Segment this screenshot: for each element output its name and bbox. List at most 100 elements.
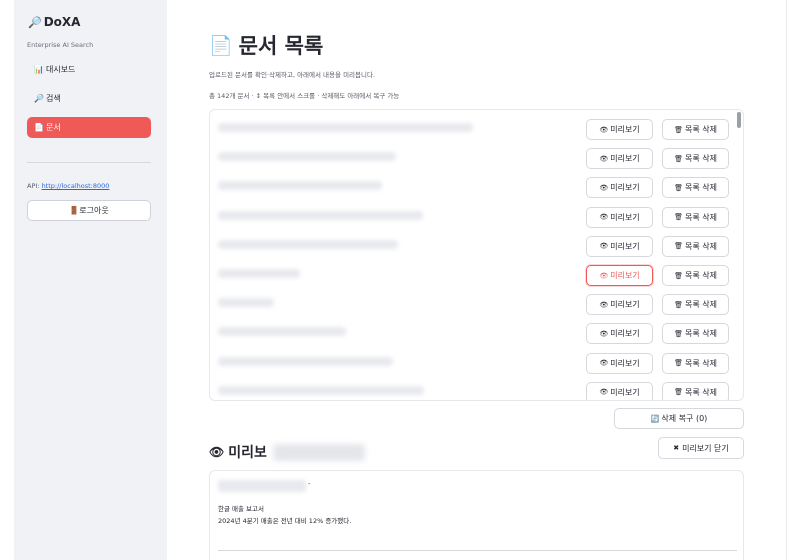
preview-button[interactable]: 👁 미리보기 bbox=[586, 148, 653, 170]
restore-deleted-button[interactable]: 🔄 삭제 복구 (0) bbox=[614, 408, 744, 429]
api-label: API: bbox=[27, 182, 40, 190]
delete-button[interactable]: 🗑 목록 삭제 bbox=[662, 119, 729, 140]
eye-icon: 👁 bbox=[599, 359, 609, 368]
preview-button-label: 미리보기 bbox=[610, 300, 640, 310]
preview-button-label: 미리보기 bbox=[610, 271, 640, 280]
table-row: 👁 미리보기 🗑 목록 삭제 bbox=[210, 113, 743, 142]
eye-icon: 👁 bbox=[599, 154, 609, 163]
eye-icon: 👁 bbox=[599, 329, 609, 338]
delete-button-label: 목록 삭제 bbox=[684, 212, 717, 222]
trash-icon: 🗑 bbox=[674, 388, 683, 397]
delete-button[interactable]: 🗑 목록 삭제 bbox=[662, 148, 729, 170]
preview-button[interactable]: 👁 미리보기 bbox=[586, 381, 653, 400]
delete-button-label: 목록 삭제 bbox=[684, 125, 717, 134]
trash-icon: 🗑 bbox=[674, 271, 683, 280]
redacted-filename bbox=[218, 210, 423, 220]
trash-icon: 🗑 bbox=[674, 154, 683, 163]
trash-icon: 🗑 bbox=[674, 183, 683, 192]
preview-text-line: 한글 매출 보고서 bbox=[218, 505, 264, 513]
restore-label: 삭제 복구 (0) bbox=[661, 414, 708, 423]
redacted-file-header bbox=[218, 480, 306, 492]
preview-title-text: 미리보 bbox=[228, 445, 267, 461]
document-icon: 📄 bbox=[34, 123, 44, 132]
delete-button[interactable]: 🗑 목록 삭제 bbox=[662, 381, 729, 400]
eye-icon: 👁 bbox=[599, 125, 609, 134]
preview-button[interactable]: 👁 미리보기 bbox=[586, 323, 653, 345]
document-count: 총 142개 문서 · ↕ 목록 안에서 스크롤 · 삭제해도 아래에서 복구 … bbox=[209, 92, 400, 100]
nav-item-search[interactable]: 🔎 검색 bbox=[27, 88, 151, 109]
trash-icon: 🗑 bbox=[674, 359, 683, 368]
redacted-filename bbox=[218, 269, 300, 278]
preview-panel: - 한글 매출 보고서 2024년 4분기 매출은 전년 대비 12% 증가했다… bbox=[209, 470, 744, 560]
delete-button-label: 목록 삭제 bbox=[684, 183, 717, 193]
redacted-filename bbox=[218, 239, 398, 249]
delete-button-label: 목록 삭제 bbox=[684, 358, 717, 368]
trash-icon: 🗑 bbox=[674, 125, 683, 134]
nav-item-documents[interactable]: 📄 문서 bbox=[27, 117, 151, 138]
nav-item-label: 검색 bbox=[45, 94, 61, 103]
close-icon: ✖ bbox=[673, 444, 680, 452]
trash-icon: 🗑 bbox=[674, 300, 683, 309]
table-row: 👁 미리보기 🗑 목록 삭제 bbox=[210, 259, 743, 288]
document-list[interactable]: 👁 미리보기 🗑 목록 삭제 👁 미리보기 🗑 목록 삭제 👁 미리보기 🗑 목록 삭제 👁 미리보기 🗑 목… bbox=[209, 109, 744, 401]
delete-button[interactable]: 🗑 목록 삭제 bbox=[662, 177, 729, 199]
preview-button-label: 미리보기 bbox=[610, 329, 640, 339]
nav-item-label: 문서 bbox=[45, 123, 61, 132]
preview-button[interactable]: 👁 미리보기 bbox=[586, 119, 653, 140]
preview-button[interactable]: 👁 미리보기 bbox=[586, 352, 653, 374]
preview-button-label: 미리보기 bbox=[610, 387, 640, 397]
eye-icon: 👁 bbox=[599, 388, 609, 397]
preview-button[interactable]: 👁 미리보기 bbox=[586, 294, 653, 316]
preview-button-label: 미리보기 bbox=[610, 154, 640, 164]
redacted-filename bbox=[218, 181, 382, 191]
table-row: 👁 미리보기 🗑 목록 삭제 bbox=[210, 376, 743, 400]
page-subtitle: 업로드된 문서를 확인·삭제하고, 아래에서 내용을 미리봅니다. bbox=[209, 71, 376, 79]
close-preview-label: 미리보기 닫기 bbox=[682, 443, 729, 453]
preview-button-label: 미리보기 bbox=[610, 241, 640, 251]
eye-icon: 👁 bbox=[599, 242, 609, 251]
trash-icon: 🗑 bbox=[674, 329, 683, 338]
preview-button-label: 미리보기 bbox=[610, 212, 640, 222]
brand-name: DoXA bbox=[43, 15, 81, 29]
preview-separator: - bbox=[308, 480, 311, 488]
table-row: 👁 미리보기 🗑 목록 삭제 bbox=[210, 142, 743, 171]
redacted-filename bbox=[218, 385, 424, 395]
delete-button-label: 목록 삭제 bbox=[684, 387, 717, 397]
delete-button[interactable]: 🗑 목록 삭제 bbox=[662, 352, 729, 374]
redacted-filename bbox=[218, 152, 396, 162]
search-icon: 🔎 bbox=[34, 94, 44, 103]
delete-button[interactable]: 🗑 목록 삭제 bbox=[662, 265, 729, 286]
delete-button[interactable]: 🗑 목록 삭제 bbox=[662, 323, 729, 345]
preview-button-label: 미리보기 bbox=[610, 183, 640, 193]
trash-icon: 🗑 bbox=[674, 213, 683, 222]
nav-item-dashboard[interactable]: 📊 대시보드 bbox=[27, 59, 151, 80]
delete-button-label: 목록 삭제 bbox=[684, 241, 717, 251]
trash-icon: 🗑 bbox=[674, 242, 683, 251]
table-row: 👁 미리보기 🗑 목록 삭제 bbox=[210, 230, 743, 259]
sidebar-divider bbox=[27, 162, 151, 163]
delete-button[interactable]: 🗑 목록 삭제 bbox=[662, 206, 729, 228]
close-preview-button[interactable]: ✖ 미리보기 닫기 bbox=[658, 437, 744, 459]
eye-icon: 👁 bbox=[599, 300, 609, 309]
nav-item-label: 대시보드 bbox=[45, 65, 76, 74]
logout-button[interactable]: 🚪 로그아웃 bbox=[27, 200, 151, 221]
preview-button[interactable]: 👁 미리보기 bbox=[586, 265, 653, 286]
eye-icon: 👁 bbox=[599, 213, 609, 222]
table-row: 👁 미리보기 🗑 목록 삭제 bbox=[210, 201, 743, 230]
chart-icon: 📊 bbox=[34, 65, 44, 74]
preview-button-label: 미리보기 bbox=[610, 125, 640, 134]
preview-button[interactable]: 👁 미리보기 bbox=[586, 206, 653, 228]
api-link[interactable]: http://localhost:8000 bbox=[42, 182, 110, 190]
redacted-filename bbox=[218, 298, 274, 308]
magnifier-icon: 🔎 bbox=[28, 15, 42, 29]
preview-button[interactable]: 👁 미리보기 bbox=[586, 177, 653, 199]
preview-button-label: 미리보기 bbox=[610, 358, 640, 368]
delete-button[interactable]: 🗑 목록 삭제 bbox=[662, 235, 729, 257]
table-row: 👁 미리보기 🗑 목록 삭제 bbox=[210, 317, 743, 346]
redacted-filename bbox=[218, 123, 473, 132]
delete-button[interactable]: 🗑 목록 삭제 bbox=[662, 294, 729, 316]
delete-button-label: 목록 삭제 bbox=[684, 329, 717, 339]
redacted-filename bbox=[218, 356, 393, 366]
restore-icon: 🔄 bbox=[650, 414, 660, 423]
preview-button[interactable]: 👁 미리보기 bbox=[586, 235, 653, 257]
